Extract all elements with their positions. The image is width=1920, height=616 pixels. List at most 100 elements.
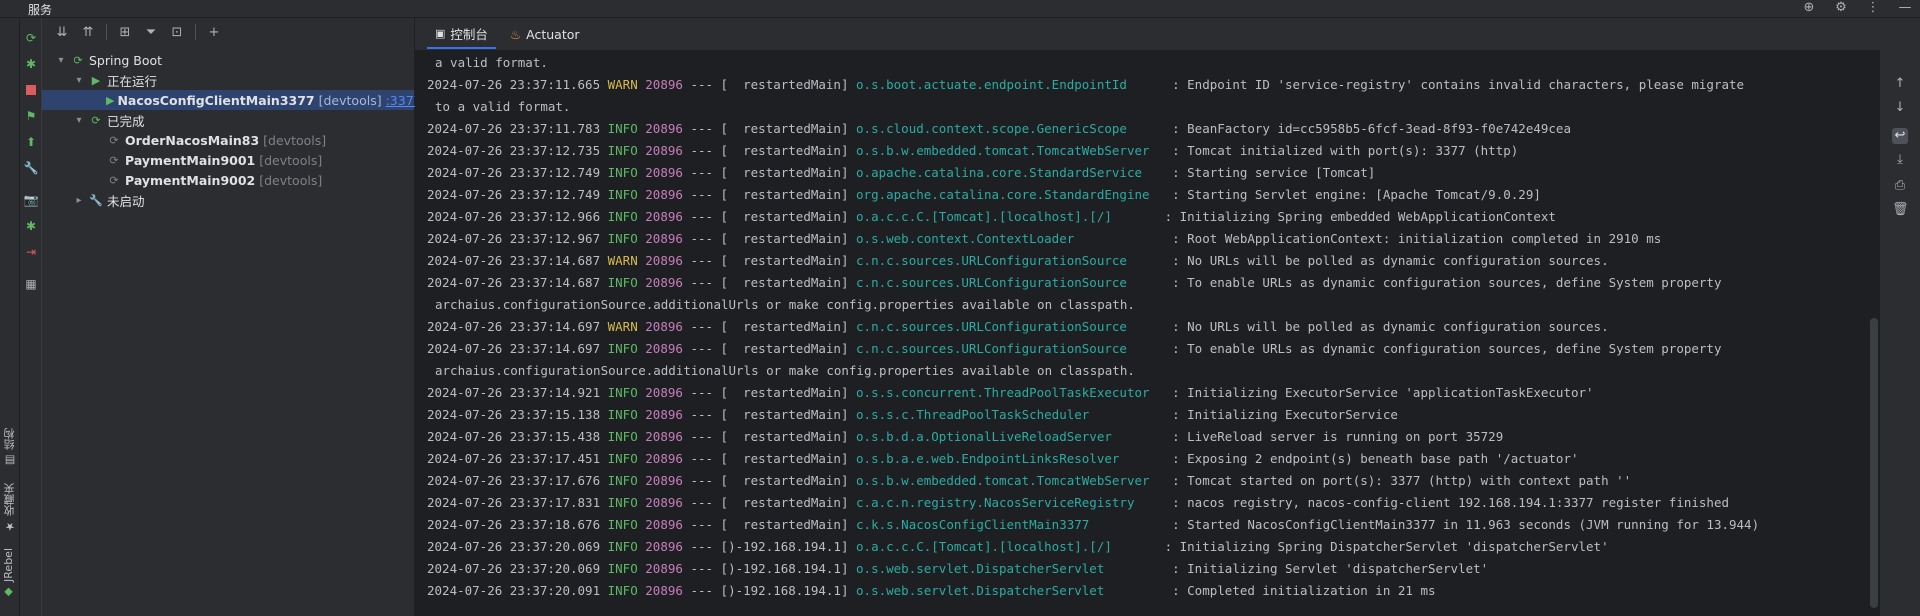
- soft-wrap-icon[interactable]: ↩: [1892, 128, 1908, 144]
- log-continuation: a valid format.: [435, 55, 548, 70]
- log-thread: [)-192.168.194.1]: [720, 561, 849, 576]
- stop-icon[interactable]: [23, 82, 39, 98]
- scrollbar[interactable]: [1870, 318, 1878, 608]
- log-timestamp: 2024-07-26 23:37:12.966: [427, 209, 601, 224]
- debug-icon[interactable]: ✱: [23, 56, 39, 72]
- log-timestamp: 2024-07-26 23:37:12.749: [427, 165, 601, 180]
- log-line: archaius.configurationSource.additionalU…: [427, 294, 1867, 316]
- chevron-down-icon[interactable]: ▾: [72, 75, 86, 86]
- log-level: INFO: [607, 583, 638, 598]
- log-message: : Initializing Servlet 'dispatcherServle…: [1172, 561, 1489, 576]
- run-config-icon[interactable]: ⚑: [23, 108, 39, 124]
- filter-icon[interactable]: ⏷: [143, 25, 159, 40]
- structure-tool[interactable]: ▤ 结构: [2, 428, 18, 467]
- jrebel-tool[interactable]: ◆ JRebel: [2, 548, 15, 599]
- log-line: 2024-07-26 23:37:14.697 WARN 20896 --- […: [427, 316, 1867, 338]
- print-icon[interactable]: ⎙: [1892, 178, 1908, 194]
- trash-icon[interactable]: 🗑: [1892, 202, 1909, 218]
- tree-node-not-started[interactable]: ▸ 🔧 未启动: [72, 190, 144, 210]
- chevron-right-icon[interactable]: ▸: [72, 195, 86, 206]
- log-line: a valid format.: [427, 52, 1867, 74]
- new-tab-icon[interactable]: ⊡: [169, 25, 185, 40]
- log-line: 2024-07-26 23:37:20.069 INFO 20896 --- […: [427, 536, 1867, 558]
- log-level: INFO: [607, 121, 638, 136]
- collapse-all-icon[interactable]: ⇈: [80, 25, 96, 40]
- chevron-down-icon[interactable]: ▾: [54, 55, 68, 66]
- log-line: 2024-07-26 23:37:11.665 WARN 20896 --- […: [427, 74, 1867, 96]
- rerun-icon[interactable]: ⟳: [23, 30, 39, 46]
- log-separator: ---: [690, 275, 714, 290]
- log-timestamp: 2024-07-26 23:37:14.697: [427, 341, 601, 356]
- console-icon: ▣: [435, 26, 446, 40]
- run-icon: ▶: [106, 93, 115, 107]
- arrow-up-icon[interactable]: ↑: [1892, 76, 1908, 92]
- log-thread: [ restartedMain]: [720, 385, 849, 400]
- log-message: : Initializing Spring embedded WebApplic…: [1164, 209, 1556, 224]
- console-output[interactable]: a valid format. 2024-07-26 23:37:11.665 W…: [427, 52, 1867, 612]
- camera-icon[interactable]: 📷: [23, 192, 39, 208]
- log-message: : No URLs will be polled as dynamic conf…: [1172, 253, 1609, 268]
- log-timestamp: 2024-07-26 23:37:12.735: [427, 143, 601, 158]
- jrebel-label: JRebel: [2, 548, 15, 582]
- services-actions-toolbar: ⟳ ✱ ⚑ ⬆ 🔧 📷 ✱ ⇥ ▦: [20, 18, 42, 616]
- exit-icon[interactable]: ⇥: [23, 244, 39, 260]
- add-icon[interactable]: +: [206, 25, 222, 40]
- tab-actuator[interactable]: ♨ Actuator: [502, 19, 588, 49]
- log-thread: [ restartedMain]: [720, 319, 849, 334]
- log-pid: 20896: [645, 583, 683, 598]
- app-tag: [devtools]: [259, 172, 323, 188]
- tree-node-selected-app[interactable]: ▶ NacosConfigClientMain3377 [devtools] :…: [42, 90, 426, 110]
- log-level: INFO: [607, 473, 638, 488]
- services-tree-panel: ⇊ ⇈ ⊞ ⏷ ⊡ + ▾ ⟳ Spring Boot ▾ ▶ 正在运行 ▶ N…: [42, 18, 426, 616]
- log-thread: [ restartedMain]: [720, 77, 849, 92]
- attach-debugger-icon[interactable]: ✱: [23, 218, 39, 234]
- tree-node-spring-boot[interactable]: ▾ ⟳ Spring Boot: [54, 50, 162, 70]
- log-line: 2024-07-26 23:37:15.138 INFO 20896 --- […: [427, 404, 1867, 426]
- log-logger: o.s.web.servlet.DispatcherServlet: [856, 561, 1165, 576]
- log-pid: 20896: [645, 539, 683, 554]
- group-by-icon[interactable]: ⊞: [117, 25, 133, 40]
- tree-node-app[interactable]: ⟳ OrderNacosMain83 [devtools]: [104, 130, 326, 150]
- log-line: 2024-07-26 23:37:14.921 INFO 20896 --- […: [427, 382, 1867, 404]
- log-separator: ---: [690, 473, 714, 488]
- more-icon[interactable]: ⋮: [1866, 0, 1880, 16]
- log-level: INFO: [607, 517, 638, 532]
- app-tag: [devtools]: [318, 92, 382, 108]
- tree-node-app[interactable]: ⟳ PaymentMain9001 [devtools]: [104, 150, 322, 170]
- panel-title: 服务: [28, 3, 53, 17]
- favorites-tool[interactable]: ★ 收藏夹: [2, 483, 18, 533]
- chevron-down-icon[interactable]: ▾: [72, 115, 86, 126]
- log-message: : nacos registry, nacos-config-client 19…: [1172, 495, 1730, 510]
- layout-icon[interactable]: ▦: [23, 276, 39, 292]
- log-pid: 20896: [645, 407, 683, 422]
- app-tag: [devtools]: [263, 132, 327, 148]
- log-continuation: archaius.configurationSource.additionalU…: [435, 297, 1135, 312]
- expand-all-icon[interactable]: ⇊: [54, 25, 70, 40]
- log-pid: 20896: [645, 495, 683, 510]
- log-timestamp: 2024-07-26 23:37:20.091: [427, 583, 601, 598]
- log-pid: 20896: [645, 209, 683, 224]
- log-separator: ---: [690, 583, 714, 598]
- tree-node-finished[interactable]: ▾ ⟳ 已完成: [72, 110, 144, 130]
- tree-node-app[interactable]: ⟳ PaymentMain9002 [devtools]: [104, 170, 322, 190]
- log-separator: ---: [690, 209, 714, 224]
- log-message: : Initializing ExecutorService: [1172, 407, 1398, 422]
- log-timestamp: 2024-07-26 23:37:15.438: [427, 429, 601, 444]
- wrench-icon[interactable]: 🔧: [23, 160, 39, 176]
- favorites-label: 收藏夹: [3, 483, 16, 516]
- log-separator: ---: [690, 561, 714, 576]
- log-thread: [)-192.168.194.1]: [720, 583, 849, 598]
- gear-icon[interactable]: ⚙: [1834, 0, 1848, 16]
- tree-node-running[interactable]: ▾ ▶ 正在运行: [72, 70, 157, 90]
- minimize-icon[interactable]: —: [1898, 0, 1912, 16]
- deploy-icon[interactable]: ⬆: [23, 134, 39, 150]
- log-level: WARN: [607, 77, 638, 92]
- log-logger: o.s.boot.actuate.endpoint.EndpointId: [856, 77, 1165, 92]
- target-icon[interactable]: ⊕: [1802, 0, 1816, 16]
- scroll-to-end-icon[interactable]: ⤓: [1892, 152, 1908, 168]
- log-thread: [ restartedMain]: [720, 209, 849, 224]
- log-line: 2024-07-26 23:37:20.091 INFO 20896 --- […: [427, 580, 1867, 602]
- arrow-down-icon[interactable]: ↓: [1892, 100, 1908, 116]
- tab-console[interactable]: ▣ 控制台: [427, 19, 496, 49]
- run-icon: ▶: [91, 73, 101, 87]
